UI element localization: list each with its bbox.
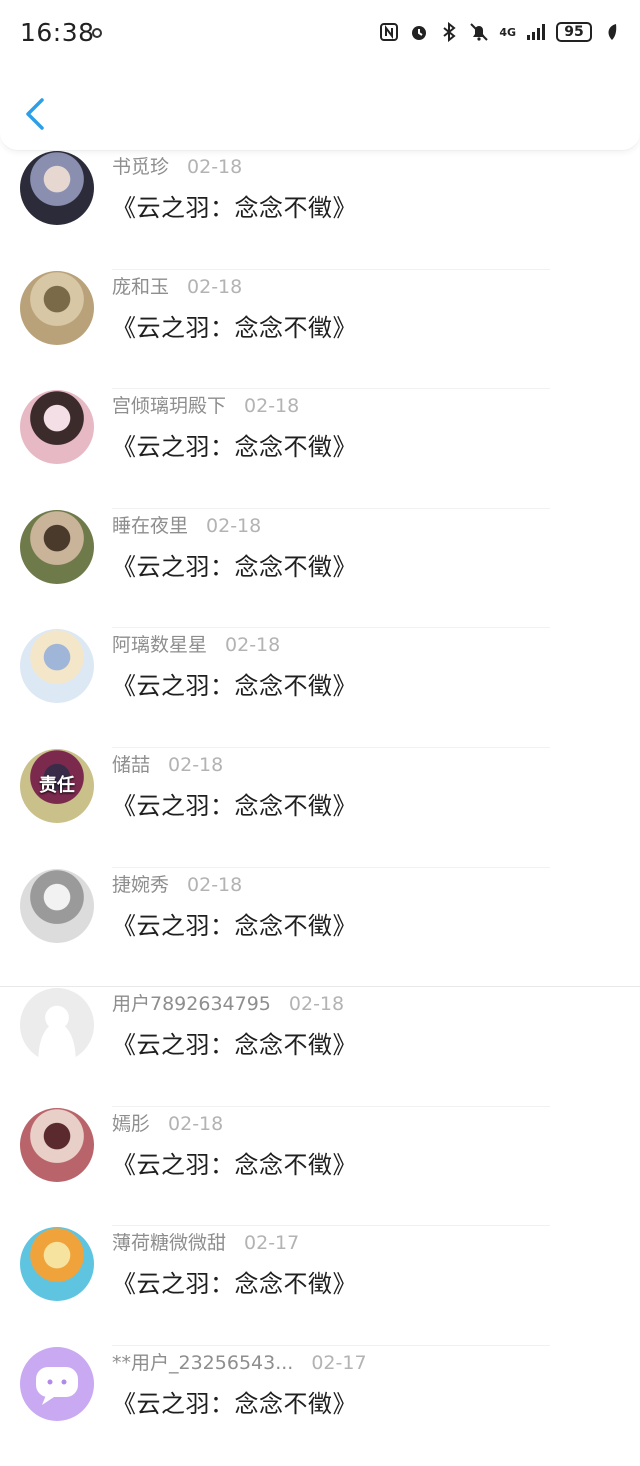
post-date: 02-18: [206, 514, 262, 537]
mute-bell-icon: [470, 23, 489, 41]
bluetooth-icon: [443, 22, 456, 42]
user-name[interactable]: 宫倾璃玥殿下: [112, 391, 226, 418]
avatar[interactable]: [20, 629, 94, 704]
list-item[interactable]: 薄荷糖微微甜 02-17 《云之羽：念念不徵》: [0, 1226, 640, 1346]
status-icons: 4G 95: [379, 22, 622, 42]
comment-list: 书觅珍 02-18 《云之羽：念念不徵》 庞和玉 02-18 《云之羽：念念不徵》 宫倾璃玥…: [0, 150, 640, 1466]
post-date: 02-17: [244, 1232, 300, 1255]
avatar-text: 责任: [39, 774, 75, 796]
user-name[interactable]: 睡在夜里: [112, 511, 188, 538]
post-date: 02-18: [187, 275, 243, 298]
alarm-icon: [412, 26, 427, 40]
item-title[interactable]: 《云之羽：念念不徵》: [112, 188, 357, 223]
back-button[interactable]: [18, 94, 52, 134]
item-meta: 嫣肜 02-18: [112, 1109, 223, 1136]
item-title[interactable]: 《云之羽：念念不徵》: [112, 427, 357, 462]
item-meta: 储喆 02-18: [112, 750, 223, 777]
avatar[interactable]: [20, 390, 94, 465]
status-time: 16:38: [20, 18, 95, 47]
user-name[interactable]: 书觅珍: [112, 152, 169, 179]
item-title[interactable]: 《云之羽：念念不徵》: [112, 1264, 357, 1299]
chat-bubble-icon: [36, 1366, 78, 1405]
user-name[interactable]: 储喆: [112, 750, 150, 777]
avatar[interactable]: [20, 509, 94, 584]
chevron-left-icon: [26, 98, 44, 130]
user-name[interactable]: **用户_23256543...: [112, 1348, 293, 1375]
avatar[interactable]: [20, 270, 94, 345]
post-date: 02-17: [311, 1351, 367, 1374]
item-meta: 宫倾璃玥殿下 02-18: [112, 391, 299, 418]
list-item[interactable]: 阿璃数星星 02-18 《云之羽：念念不徵》: [0, 628, 640, 748]
item-meta: 书觅珍 02-18: [112, 152, 242, 179]
user-name[interactable]: 嫣肜: [112, 1109, 150, 1136]
avatar[interactable]: [20, 868, 94, 943]
avatar[interactable]: [20, 151, 94, 225]
post-date: 02-18: [225, 634, 281, 657]
post-date: 02-18: [168, 753, 224, 776]
battery-icon: 95: [556, 22, 592, 42]
item-title[interactable]: 《云之羽：念念不徵》: [112, 1384, 357, 1419]
post-date: 02-18: [288, 993, 345, 1016]
list-item[interactable]: **用户_23256543... 02-17 《云之羽：念念不徵》: [0, 1346, 640, 1466]
list-item[interactable]: 书觅珍 02-18 《云之羽：念念不徵》: [0, 150, 640, 270]
item-meta: 用户7892634795 02-18: [112, 989, 344, 1016]
list-item[interactable]: 庞和玉 02-18 《云之羽：念念不徵》: [0, 270, 640, 390]
signal-icon: [527, 24, 545, 40]
top-bar: 16:38 4G 95: [0, 0, 640, 151]
avatar[interactable]: [20, 1346, 94, 1421]
item-meta: 睡在夜里 02-18: [112, 511, 261, 538]
item-title[interactable]: 《云之羽：念念不徵》: [112, 786, 357, 821]
item-meta: 捷婉秀 02-18: [112, 870, 242, 897]
item-meta: 庞和玉 02-18: [112, 272, 242, 299]
user-name[interactable]: 捷婉秀: [112, 870, 169, 897]
list-item[interactable]: 捷婉秀 02-18 《云之羽：念念不徵》: [0, 868, 640, 988]
post-date: 02-18: [244, 395, 300, 418]
list-item[interactable]: 宫倾璃玥殿下 02-18 《云之羽：念念不徵》: [0, 389, 640, 509]
user-name[interactable]: 薄荷糖微微甜: [112, 1228, 226, 1255]
list-item[interactable]: 睡在夜里 02-18 《云之羽：念念不徵》: [0, 509, 640, 629]
item-meta: 阿璃数星星 02-18: [112, 630, 280, 657]
list-item[interactable]: 用户7892634795 02-18 《云之羽：念念不徵》: [0, 987, 640, 1107]
item-title[interactable]: 《云之羽：念念不徵》: [112, 1025, 357, 1060]
leaf-icon: [608, 24, 617, 40]
list-item[interactable]: 嫣肜 02-18 《云之羽：念念不徵》: [0, 1107, 640, 1227]
item-meta: 薄荷糖微微甜 02-17: [112, 1228, 299, 1255]
item-title[interactable]: 《云之羽：念念不徵》: [112, 547, 357, 582]
network-type: 4G: [499, 25, 516, 39]
avatar[interactable]: [20, 1107, 94, 1182]
post-date: 02-18: [187, 873, 243, 896]
item-meta: **用户_23256543... 02-17: [112, 1348, 367, 1375]
nfc-icon: [380, 23, 399, 41]
avatar[interactable]: [20, 988, 94, 1063]
item-title[interactable]: 《云之羽：念念不徵》: [112, 1145, 357, 1180]
user-name[interactable]: 用户7892634795: [112, 989, 271, 1016]
post-date: 02-18: [187, 156, 243, 178]
avatar[interactable]: [20, 1227, 94, 1302]
avatar[interactable]: 责任: [20, 748, 94, 823]
list-item[interactable]: 责任 储喆 02-18 《云之羽：念念不徵》: [0, 748, 640, 868]
item-title[interactable]: 《云之羽：念念不徵》: [112, 308, 357, 343]
notification-dot-icon: [92, 28, 102, 38]
item-title[interactable]: 《云之羽：念念不徵》: [112, 666, 357, 701]
user-name[interactable]: 阿璃数星星: [112, 630, 207, 657]
user-name[interactable]: 庞和玉: [112, 272, 169, 299]
item-title[interactable]: 《云之羽：念念不徵》: [112, 906, 357, 941]
post-date: 02-18: [168, 1112, 224, 1135]
